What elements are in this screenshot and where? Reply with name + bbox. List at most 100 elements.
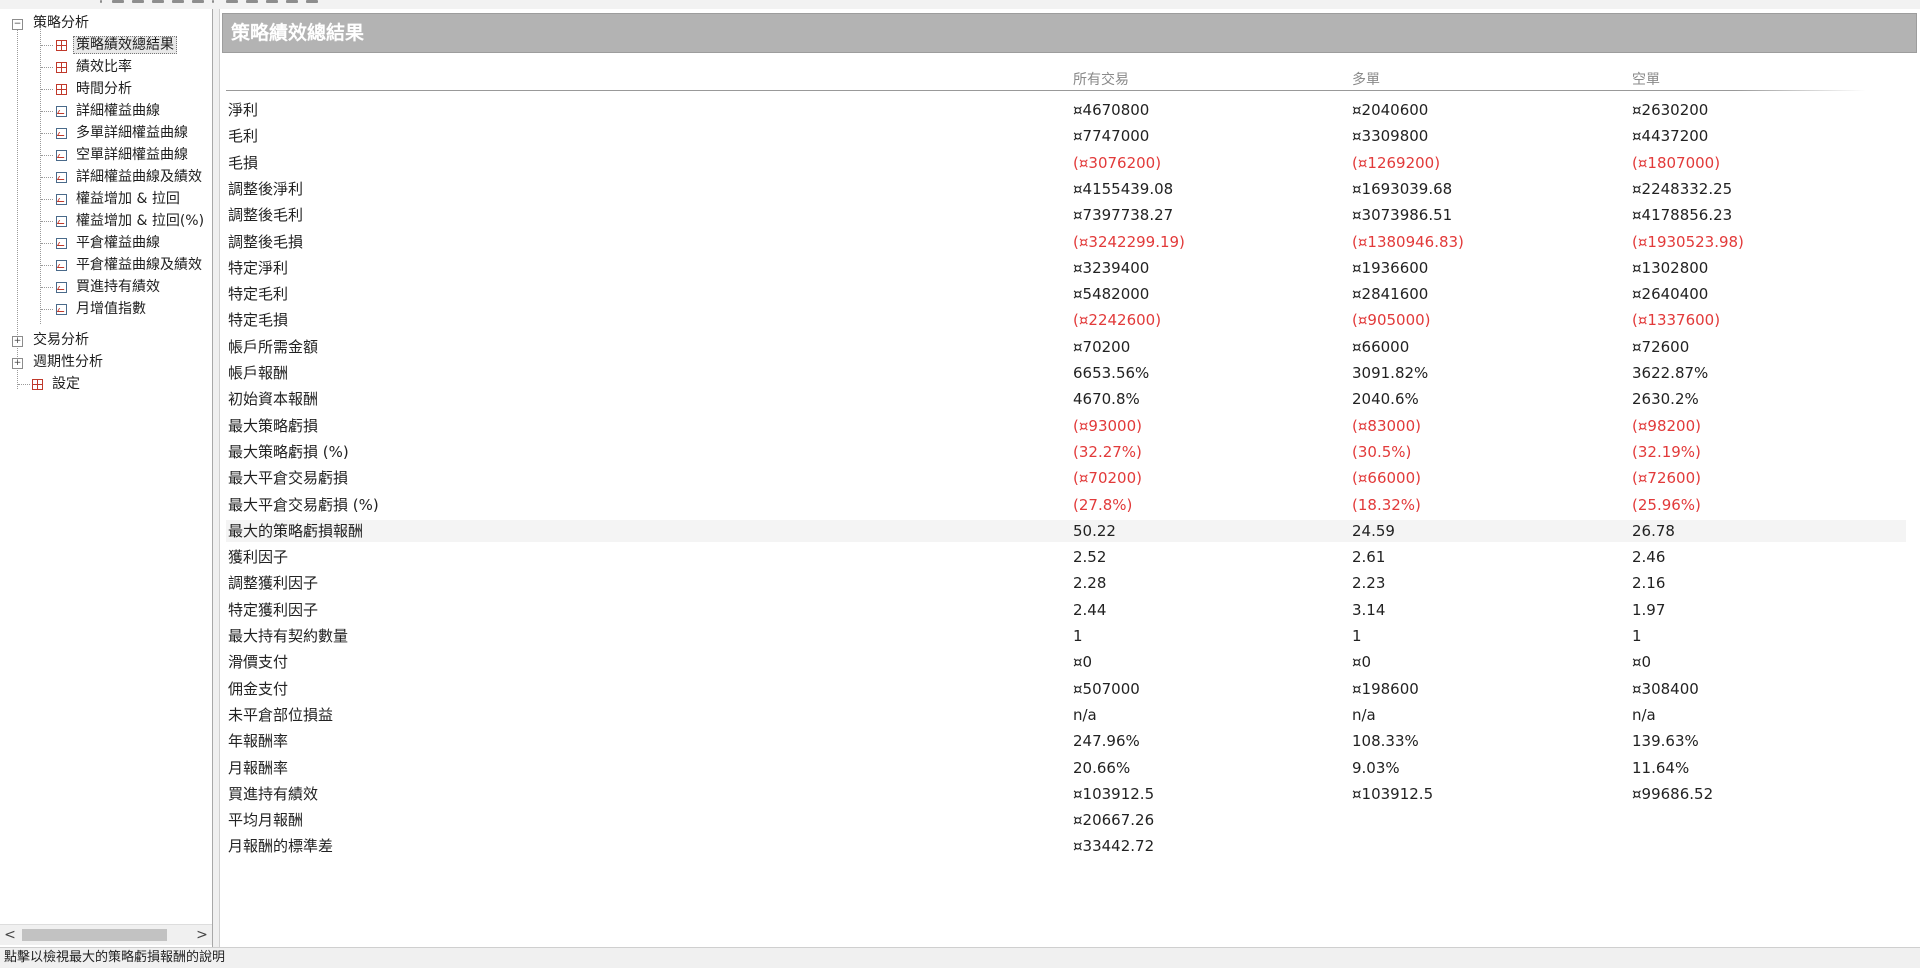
line-chart-icon	[56, 193, 67, 205]
row-label: 獲利因子	[228, 548, 289, 566]
tree-node-periodical-analysis[interactable]: 週期性分析	[30, 351, 106, 373]
tree-node-performance-ratios[interactable]: 績效比率	[56, 56, 135, 78]
tree-node-strategy-analysis[interactable]: 策略分析	[30, 12, 92, 34]
tree-connector	[41, 243, 53, 244]
tree-node-label: 平倉權益曲線及績效	[76, 257, 202, 273]
table-row: 最大平倉交易虧損 (%) (27.8%) (18.32%) (25.96%)	[226, 494, 1906, 516]
table-row: 調整獲利因子 2.28 2.23 2.16	[226, 572, 1906, 594]
value-all-trades: ¤0	[1073, 653, 1093, 671]
tree-node-equity-runup-drawdown-pct[interactable]: 權益增加 & 拉回(%)	[56, 210, 207, 232]
tree-node-long-equity-curve[interactable]: 多單詳細權益曲線	[56, 122, 191, 144]
line-chart-icon	[56, 149, 67, 161]
tree-node-closed-equity-curve[interactable]: 平倉權益曲線	[56, 232, 163, 254]
tree-node-buy-and-hold[interactable]: 買進持有績效	[56, 276, 163, 298]
value-short: (¤72600)	[1632, 469, 1701, 487]
tree-horizontal-scrollbar[interactable]: < >	[0, 924, 212, 945]
row-label: 最大平倉交易虧損 (%)	[228, 496, 379, 514]
value-all-trades: ¤7747000	[1073, 127, 1150, 145]
value-long: n/a	[1352, 706, 1376, 724]
table-row: 帳戶所需金額 ¤70200 ¤66000 ¤72600	[226, 336, 1906, 358]
table-row[interactable]: 最大的策略虧損報酬 50.22 24.59 26.78	[226, 520, 1906, 542]
toolbar-button-6[interactable]	[226, 0, 238, 3]
scrollbar-thumb[interactable]	[22, 929, 167, 941]
line-chart-icon	[56, 237, 67, 249]
value-short: ¤0	[1632, 653, 1652, 671]
table-row: 最大持有契約數量 1 1 1	[226, 625, 1906, 647]
tree-node-equity-curve-detailed[interactable]: 詳細權益曲線	[56, 100, 163, 122]
row-label: 最大策略虧損 (%)	[228, 443, 349, 461]
value-long: ¤103912.5	[1352, 785, 1434, 803]
table-row: 買進持有績效 ¤103912.5 ¤103912.5 ¤99686.52	[226, 783, 1906, 805]
header-divider	[226, 90, 1866, 91]
value-long: 2.61	[1352, 548, 1386, 566]
tree-connector	[41, 265, 53, 266]
tree-connector	[41, 309, 53, 310]
value-all-trades: ¤4155439.08	[1073, 180, 1174, 198]
value-short: (25.96%)	[1632, 496, 1701, 514]
tree-node-short-equity-curve[interactable]: 空單詳細權益曲線	[56, 144, 191, 166]
tree-connector	[41, 67, 53, 68]
row-label: 最大策略虧損	[228, 417, 319, 435]
line-chart-icon	[56, 281, 67, 293]
value-all-trades: n/a	[1073, 706, 1097, 724]
toolbar-button-7[interactable]	[246, 0, 258, 3]
tree-node-performance-summary[interactable]: 策略績效總結果	[56, 34, 177, 56]
table-row: 最大平倉交易虧損 (¤70200) (¤66000) (¤72600)	[226, 467, 1906, 489]
table-row: 毛損 (¤3076200) (¤1269200) (¤1807000)	[226, 152, 1906, 174]
column-header-all-trades: 所有交易	[1073, 72, 1129, 88]
row-label: 月報酬率	[228, 759, 289, 777]
tree-node-label: 平倉權益曲線	[76, 235, 160, 251]
tree-node-closed-equity-and-performance[interactable]: 平倉權益曲線及績效	[56, 254, 205, 276]
tree-node-label: 設定	[52, 376, 80, 392]
row-label: 佣金支付	[228, 680, 289, 698]
value-long: (18.32%)	[1352, 496, 1421, 514]
toolbar-button-8[interactable]	[266, 0, 278, 3]
tree-node-settings[interactable]: 設定	[32, 373, 83, 395]
value-long: (¤1380946.83)	[1352, 233, 1464, 251]
tree-node-label: 策略分析	[33, 15, 89, 31]
status-bar: 點擊以檢視最大的策略虧損報酬的說明	[0, 947, 1920, 968]
expand-icon[interactable]: +	[12, 336, 23, 347]
value-all-trades: ¤33442.72	[1073, 837, 1155, 855]
toolbar-button-10[interactable]	[306, 0, 318, 3]
value-all-trades: 2.44	[1073, 601, 1107, 619]
value-all-trades: (¤2242600)	[1073, 311, 1162, 329]
value-long: ¤2040600	[1352, 101, 1429, 119]
value-long: (¤83000)	[1352, 417, 1421, 435]
tree-node-monthly-value-index[interactable]: 月增值指數	[56, 298, 149, 320]
collapse-icon[interactable]: −	[12, 19, 23, 30]
value-long: (¤1269200)	[1352, 154, 1441, 172]
value-short: 11.64%	[1632, 759, 1690, 777]
toolbar-button-1[interactable]	[112, 0, 124, 3]
table-row: 淨利 ¤4670800 ¤2040600 ¤2630200	[226, 99, 1906, 121]
toolbar-button-9[interactable]	[286, 0, 298, 3]
toolbar-button-2[interactable]	[132, 0, 144, 3]
table-row: 初始資本報酬 4670.8% 2040.6% 2630.2%	[226, 388, 1906, 410]
scroll-left-arrow-icon[interactable]: <	[0, 925, 20, 945]
toolbar-button-4[interactable]	[172, 0, 184, 3]
row-label: 特定淨利	[228, 259, 289, 277]
value-all-trades: ¤3239400	[1073, 259, 1150, 277]
grid-icon	[32, 378, 43, 390]
tree-node-label: 週期性分析	[33, 354, 103, 370]
tree-node-equity-curve-and-performance[interactable]: 詳細權益曲線及績效	[56, 166, 205, 188]
toolbar-button-5[interactable]	[192, 0, 204, 3]
toolbar-button-3[interactable]	[152, 0, 164, 3]
tree-node-label: 詳細權益曲線	[76, 103, 160, 119]
tree-connector	[18, 384, 30, 385]
expand-icon[interactable]: +	[12, 358, 23, 369]
value-long: ¤1936600	[1352, 259, 1429, 277]
table-row: 佣金支付 ¤507000 ¤198600 ¤308400	[226, 678, 1906, 700]
value-short: ¤2248332.25	[1632, 180, 1733, 198]
tree-node-label: 月增值指數	[76, 301, 146, 317]
row-label: 最大平倉交易虧損	[228, 469, 349, 487]
tree-node-trade-analysis[interactable]: 交易分析	[30, 329, 92, 351]
tree-node-time-analysis[interactable]: 時間分析	[56, 78, 135, 100]
row-label: 滑價支付	[228, 653, 289, 671]
tree-node-label: 買進持有績效	[76, 279, 160, 295]
table-row: 帳戶報酬 6653.56% 3091.82% 3622.87%	[226, 362, 1906, 384]
tree-node-equity-runup-drawdown[interactable]: 權益增加 & 拉回	[56, 188, 183, 210]
column-header-short: 空單	[1632, 72, 1660, 88]
value-short: 1	[1632, 627, 1642, 645]
scroll-right-arrow-icon[interactable]: >	[192, 925, 212, 945]
